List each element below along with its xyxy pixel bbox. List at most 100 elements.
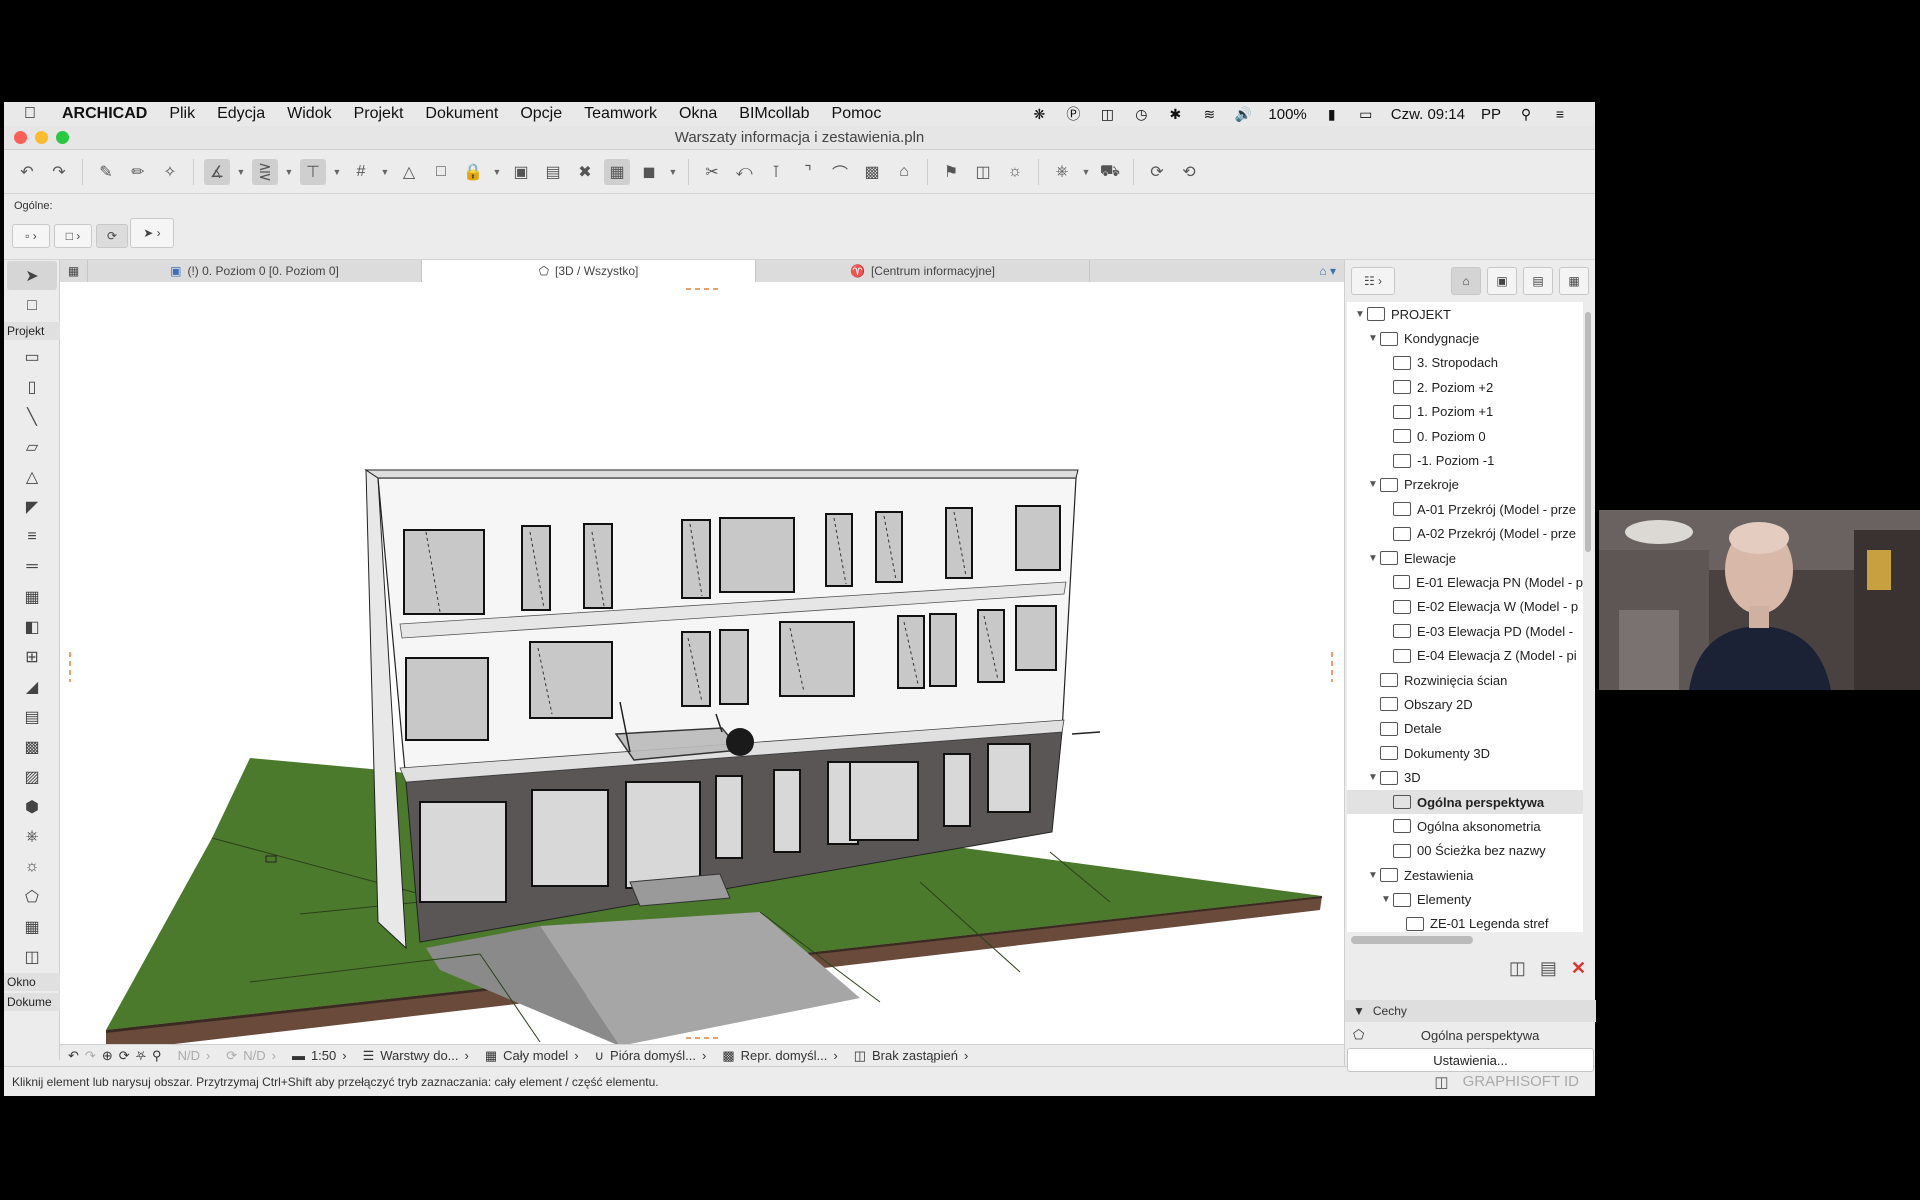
tree-item[interactable]: 3. Stropodach (1347, 351, 1583, 375)
model-filter-field[interactable]: ▦ Cały model › (477, 1048, 587, 1064)
guide-lines-icon[interactable]: ∡ (204, 158, 230, 185)
navigator-scrollbar[interactable] (1585, 312, 1591, 552)
new-folder-icon[interactable]: ▤ (1540, 958, 1557, 979)
layout-book-button[interactable]: ▤ (1523, 267, 1553, 295)
roof-tool[interactable]: △ (7, 462, 57, 491)
tab-floor-plan[interactable]: ▣ (!) 0. Poziom 0 [0. Poziom 0] (88, 260, 422, 282)
rotate-marquee-button[interactable]: ⟳ (96, 224, 128, 248)
intersect-icon[interactable]: ⊺ (763, 159, 789, 185)
layers-field[interactable]: ☰ Warstwy do... › (355, 1048, 477, 1064)
toolbox-section-okno[interactable]: Okno (4, 973, 60, 991)
clone-view-icon[interactable]: ◫ (1509, 958, 1526, 979)
onepassword-icon[interactable]: Ⓟ (1064, 106, 1082, 122)
walk-icon[interactable]: ⛧ (136, 1048, 146, 1064)
settings-button[interactable]: Ustawienia... (1347, 1048, 1594, 1072)
menu-bimcollab[interactable]: BIMcollab (739, 105, 809, 123)
tree-item[interactable]: Obszary 2D (1347, 692, 1583, 716)
orbit-icon[interactable]: ⟳ (119, 1048, 130, 1064)
globe-icon[interactable]: ☼ (1002, 159, 1028, 185)
beam-tool[interactable]: ╲ (7, 402, 57, 431)
menu-edycja[interactable]: Edycja (217, 105, 265, 123)
3d-viewport[interactable] (60, 282, 1344, 1044)
triangle-down-icon[interactable]: ▼ (1366, 870, 1380, 881)
tab-list-button[interactable]: ⌂ ▾ (1090, 260, 1344, 282)
tree-item[interactable]: ▼ Zestawienia (1347, 863, 1583, 887)
view-map-button[interactable]: ▣ (1487, 267, 1517, 295)
tree-item[interactable]: E-04 Elewacja Z (Model - pi (1347, 643, 1583, 667)
menu-dokument[interactable]: Dokument (425, 105, 498, 123)
marquee-icon[interactable]: □ (428, 159, 454, 185)
tree-item[interactable]: Ogólna perspektywa (1347, 789, 1583, 815)
snap-points-icon[interactable]: ⊤ (300, 158, 326, 185)
building-3d-model[interactable] (60, 282, 1344, 1044)
furniture-icon[interactable]: ⎈ (1049, 159, 1075, 185)
tree-item[interactable]: Rozwinięcia ścian (1347, 668, 1583, 692)
wifi-icon[interactable]: ≋ (1200, 106, 1218, 122)
tree-item[interactable]: ▼ Kondygnacje (1347, 326, 1583, 350)
model-view-options-field[interactable]: ▩ Repr. domyśl... › (714, 1048, 845, 1064)
stair-tool[interactable]: ≡ (7, 522, 57, 551)
lamp-tool[interactable]: ☼ (7, 852, 57, 881)
triangle-down-icon[interactable]: ▼ (1366, 772, 1380, 783)
morph-tool[interactable]: ⬢ (7, 792, 57, 821)
tree-item[interactable]: 00 Ścieżka bez nazwy (1347, 839, 1583, 863)
toolbox-section-projekt[interactable]: Projekt (4, 322, 60, 340)
bimcollab-issues-icon[interactable]: ⟲ (1176, 159, 1202, 185)
project-map-button[interactable]: ⌂ (1451, 267, 1481, 295)
graphic-override-field[interactable]: ◫ Brak zastąpień › (846, 1048, 977, 1064)
pick-up-parameters-icon[interactable]: ✎ (93, 159, 119, 185)
tab-info-center[interactable]: ♈ [Centrum informacyjne] (756, 260, 1090, 282)
tree-item[interactable]: ZE-01 Legenda stref (1347, 912, 1583, 932)
chevron-down-icon[interactable]: ▼ (380, 167, 390, 177)
menu-projekt[interactable]: Projekt (354, 105, 404, 123)
navigator-horizontal-scrollbar[interactable] (1351, 936, 1473, 944)
menu-okna[interactable]: Okna (679, 105, 717, 123)
arrow-tool-button[interactable]: ➤ › (130, 218, 174, 248)
menu-pomoc[interactable]: Pomoc (832, 105, 882, 123)
skylight-tool[interactable]: ◢ (7, 672, 57, 701)
layout-icon[interactable]: ◫ (970, 159, 996, 185)
snap-guides-icon[interactable]: ⋛ (252, 158, 278, 185)
slab-tool[interactable]: ▱ (7, 432, 57, 461)
tree-item[interactable]: E-02 Elewacja W (Model - p (1347, 595, 1583, 619)
cube-icon[interactable]: ◼ (636, 159, 662, 185)
tree-item[interactable]: Dokumenty 3D (1347, 741, 1583, 765)
spotlight-search-icon[interactable]: ⚲ (1517, 106, 1535, 122)
triangle-down-icon[interactable]: ▼ (1353, 309, 1367, 320)
extension-icon[interactable]: ❋ (1030, 106, 1048, 122)
tree-item[interactable]: Detale (1347, 717, 1583, 741)
tree-item[interactable]: 1. Poziom +1 (1347, 400, 1583, 424)
zoom-in-icon[interactable]: ⊕ (102, 1048, 113, 1064)
railing-tool[interactable]: ═ (7, 552, 57, 581)
tree-item[interactable]: A-02 Przekrój (Model - prze (1347, 522, 1583, 546)
minimize-window-button[interactable] (35, 131, 48, 144)
scale-field[interactable]: ▬ 1:50 › (284, 1048, 355, 1063)
arrow-tool[interactable]: ➤ (7, 261, 57, 290)
battery-percent[interactable]: 100% (1268, 106, 1306, 123)
explode-icon[interactable]: ✖ (572, 159, 598, 185)
window-tool[interactable]: ⊞ (7, 642, 57, 671)
pen-set-field[interactable]: ∪ Pióra domyśl... › (587, 1048, 715, 1064)
selection-3d-icon[interactable]: ▦ (604, 158, 630, 185)
graphisoft-id-link[interactable]: GRAPHISOFT ID (1463, 1073, 1579, 1090)
chair-object-tool[interactable]: ⎈ (7, 822, 57, 851)
tree-item[interactable]: 2. Poziom +2 (1347, 375, 1583, 399)
chevron-down-icon[interactable]: ▼ (492, 167, 502, 177)
tree-item[interactable]: 0. Poziom 0 (1347, 424, 1583, 448)
properties-header[interactable]: ▼ Cechy (1345, 1000, 1596, 1022)
resize-icon[interactable]: ▩ (859, 159, 885, 185)
zoom-window-button[interactable] (56, 131, 69, 144)
redo-view-icon[interactable]: ↷ (85, 1048, 96, 1064)
tree-item[interactable]: E-01 Elewacja PN (Model - p (1347, 570, 1583, 594)
orientation-field[interactable]: ⟳ N/D › (218, 1048, 284, 1064)
triangle-down-icon[interactable]: ▼ (1379, 894, 1393, 905)
trace-icon[interactable]: ▣ (508, 159, 534, 185)
truck-icon[interactable]: ⛟ (1097, 159, 1123, 185)
user-name[interactable]: PP (1481, 106, 1501, 123)
publisher-sets-button[interactable]: ▦ (1559, 267, 1589, 295)
redo-icon[interactable]: ↷ (46, 159, 72, 185)
triangle-down-icon[interactable]: ▼ (1366, 553, 1380, 564)
tree-item[interactable]: Ogólna aksonometria (1347, 814, 1583, 838)
tree-item[interactable]: ▼ PROJEKT (1347, 302, 1583, 326)
apple-icon[interactable]:  (24, 105, 52, 123)
